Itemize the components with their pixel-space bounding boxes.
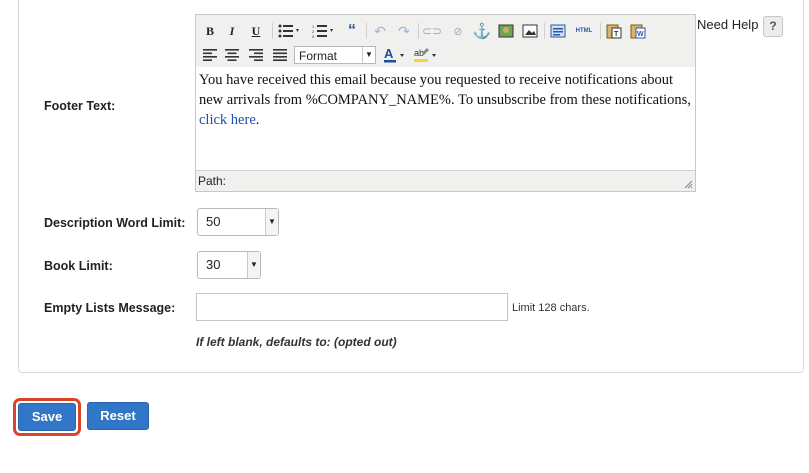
chevron-down-icon: ▼ (362, 47, 375, 63)
format-select-value: Format (299, 49, 338, 63)
undo-icon[interactable]: ↶ (370, 21, 390, 41)
toolbar-separator (418, 23, 419, 39)
chevron-down-icon: ▼ (265, 209, 278, 235)
book-limit-value: 30 (206, 257, 221, 272)
description-word-limit-value: 50 (206, 214, 221, 229)
redo-icon[interactable]: ↷ (394, 21, 414, 41)
chevron-down-icon: ▼ (247, 252, 260, 278)
italic-icon[interactable]: I (222, 21, 242, 41)
footer-body-text: You have received this email because you… (199, 72, 691, 108)
numbered-list-icon[interactable]: 123 (310, 21, 338, 41)
editor-content[interactable]: You have received this email because you… (196, 68, 695, 170)
empty-message-hint: If left blank, defaults to: (opted out) (196, 335, 397, 349)
source-icon[interactable] (548, 21, 568, 41)
svg-text:T: T (614, 31, 619, 38)
picture-icon[interactable] (520, 21, 540, 41)
svg-text:A: A (384, 47, 394, 61)
resize-grip-icon[interactable] (684, 180, 693, 189)
need-help-label: Need Help (697, 17, 759, 32)
toolbar-separator (366, 23, 367, 39)
editor-toolbar: B I U 123 “ ↶ ↷ ⊂⊃ ⊘ ⚓ HTML T W Format ▼… (196, 15, 695, 67)
empty-lists-message-label: Empty Lists Message: (44, 301, 176, 315)
svg-text:W: W (637, 31, 644, 38)
blockquote-icon[interactable]: “ (342, 21, 362, 41)
bold-icon[interactable]: B (200, 21, 220, 41)
description-word-limit-select[interactable]: 50 ▼ (197, 208, 279, 236)
align-left-icon[interactable] (200, 45, 220, 65)
editor-path-label: Path: (198, 174, 227, 188)
unlink-icon[interactable]: ⊘ (448, 21, 468, 41)
editor-statusbar: Path: (196, 170, 695, 191)
reset-button[interactable]: Reset (87, 402, 149, 430)
highlight-icon[interactable]: ab (412, 45, 440, 65)
anchor-icon[interactable]: ⚓ (472, 21, 492, 41)
toolbar-separator (272, 23, 273, 39)
text-color-icon[interactable]: A (382, 45, 408, 65)
book-limit-select[interactable]: 30 ▼ (197, 251, 261, 279)
paste-word-icon[interactable]: W (628, 21, 648, 41)
justify-icon[interactable] (270, 45, 290, 65)
book-limit-label: Book Limit: (44, 259, 113, 273)
align-center-icon[interactable] (222, 45, 242, 65)
align-right-icon[interactable] (246, 45, 266, 65)
footer-text-label: Footer Text: (44, 99, 116, 113)
link-icon[interactable]: ⊂⊃ (422, 21, 442, 41)
underline-icon[interactable]: U (246, 21, 266, 41)
limit-note: Limit 128 chars. (512, 302, 590, 314)
empty-lists-message-input[interactable] (196, 293, 508, 321)
unsubscribe-link[interactable]: click here (199, 112, 256, 128)
rich-text-editor[interactable]: B I U 123 “ ↶ ↷ ⊂⊃ ⊘ ⚓ HTML T W Format ▼… (195, 14, 696, 192)
description-word-limit-label: Description Word Limit: (44, 216, 186, 230)
help-icon[interactable]: ? (763, 16, 783, 37)
svg-text:3: 3 (312, 34, 315, 38)
html-icon[interactable]: HTML (572, 21, 596, 41)
toolbar-separator (544, 23, 545, 39)
toolbar-separator (600, 23, 601, 39)
format-select[interactable]: Format ▼ (294, 46, 376, 64)
footer-body-end: . (255, 112, 260, 128)
paste-text-icon[interactable]: T (604, 21, 624, 41)
image-icon[interactable] (496, 21, 516, 41)
bullet-list-icon[interactable] (276, 21, 304, 41)
save-button[interactable]: Save (18, 403, 76, 431)
